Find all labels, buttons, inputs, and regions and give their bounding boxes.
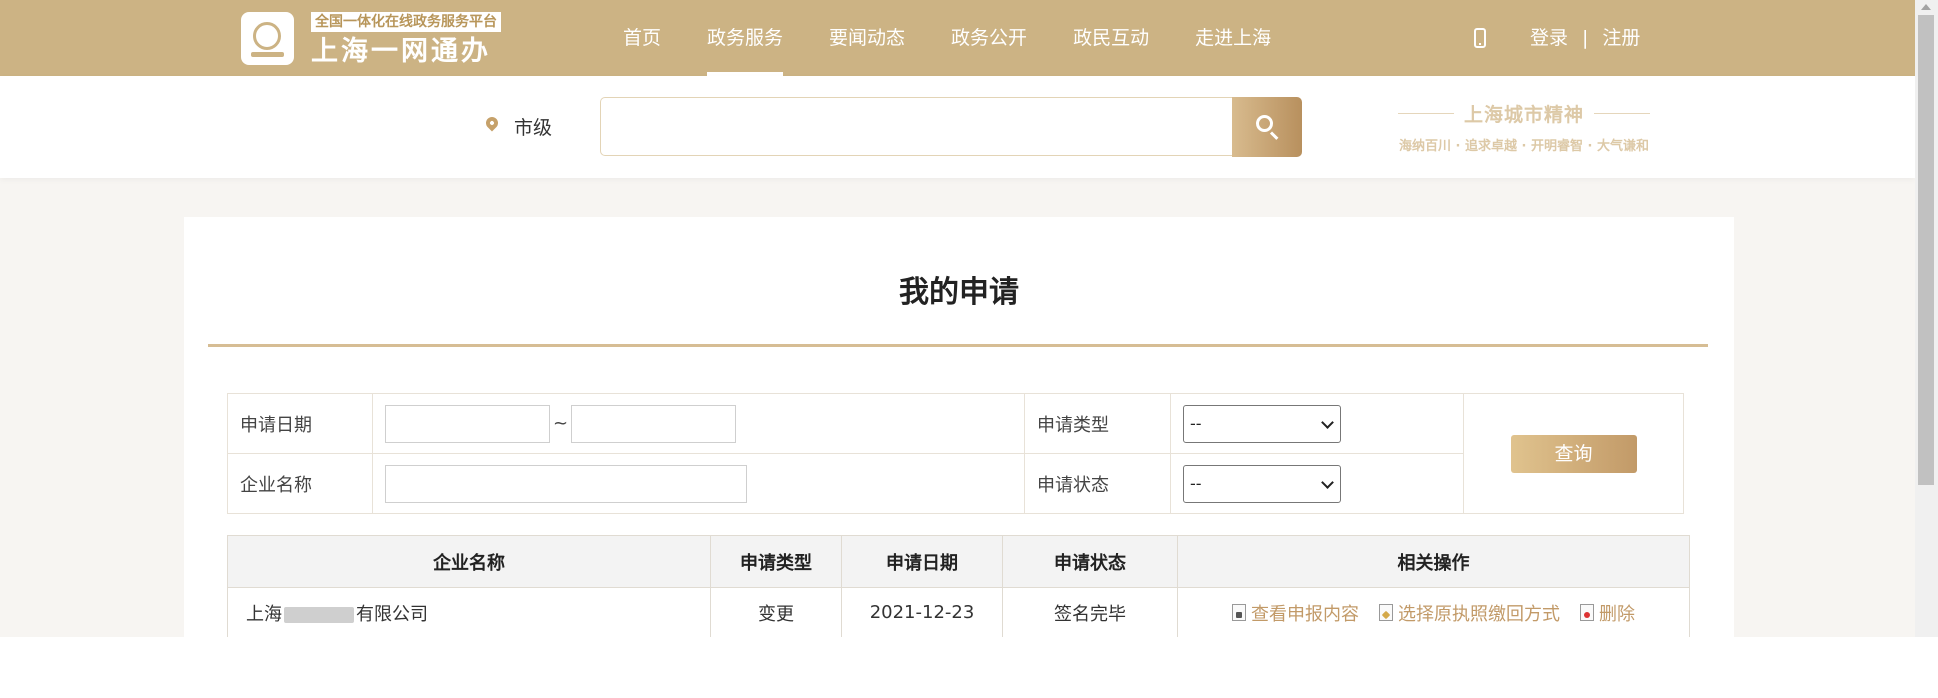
- search-input[interactable]: [600, 97, 1234, 156]
- company-label: 企业名称: [227, 453, 373, 514]
- start-date-input[interactable]: [385, 404, 550, 443]
- nav-interaction[interactable]: 政民互动: [1050, 0, 1172, 76]
- license-return-method-link[interactable]: 选择原执照缴回方式: [1379, 600, 1560, 626]
- col-status: 申请状态: [1002, 535, 1178, 588]
- main-nav: 首页 政务服务 要闻动态 政务公开 政民互动 走进上海: [600, 0, 1294, 76]
- delete-link[interactable]: 删除: [1580, 600, 1635, 626]
- application-card: 我的申请 申请日期 ~ 申请类型 -- 查询 企业名称 申请状态 -- 企业名称…: [184, 217, 1734, 637]
- col-date: 申请日期: [841, 535, 1003, 588]
- nav-about-shanghai[interactable]: 走进上海: [1172, 0, 1294, 76]
- page-title: 我的申请: [899, 275, 1019, 310]
- vertical-scrollbar[interactable]: [1915, 0, 1938, 637]
- search-button[interactable]: [1232, 97, 1302, 157]
- table-row: 上海 有限公司 变更 2021-12-23 签名完毕 查看申报内容 选择原执照缴回…: [227, 587, 1690, 637]
- redacted-text: [284, 606, 354, 623]
- search-icon: [1256, 115, 1273, 132]
- query-button[interactable]: 查询: [1510, 434, 1637, 473]
- city-spirit-subtitle: 海纳百川 · 追求卓越 · 开明睿智 · 大气谦和: [1399, 139, 1649, 154]
- logo-tagline: 全国一体化在线政务服务平台: [311, 12, 501, 32]
- type-cell: 变更: [710, 587, 842, 637]
- register-link[interactable]: 注册: [1602, 0, 1640, 76]
- logo-title: 上海一网通办: [311, 36, 491, 67]
- chevron-down-icon: [1321, 475, 1334, 489]
- application-type-select[interactable]: --: [1183, 404, 1341, 443]
- location-selector[interactable]: 市级: [514, 113, 552, 140]
- top-header: 全国一体化在线政务服务平台 上海一网通办 首页 政务服务 要闻动态 政务公开 政…: [0, 0, 1915, 76]
- scrollbar-thumb[interactable]: [1918, 15, 1934, 485]
- company-name-cell: 上海 有限公司: [227, 587, 711, 637]
- city-spirit-title: 上海城市精神: [1463, 104, 1584, 126]
- logo-emblem-icon: [241, 12, 294, 65]
- view-submission-link[interactable]: 查看申报内容: [1232, 600, 1359, 626]
- title-divider: [208, 344, 1708, 347]
- applications-table: 企业名称 申请类型 申请日期 申请状态 相关操作 上海 有限公司 变更 2021-…: [227, 535, 1690, 637]
- document-edit-icon: [1379, 604, 1393, 621]
- nav-news[interactable]: 要闻动态: [806, 0, 928, 76]
- nav-gov-disclosure[interactable]: 政务公开: [928, 0, 1050, 76]
- document-view-icon: [1232, 604, 1246, 621]
- date-range-separator: ~: [553, 413, 569, 434]
- mobile-phone-icon[interactable]: [1474, 28, 1486, 48]
- scroll-up-arrow-icon[interactable]: [1921, 4, 1931, 10]
- col-company: 企业名称: [227, 535, 711, 588]
- page: 全国一体化在线政务服务平台 上海一网通办 首页 政务服务 要闻动态 政务公开 政…: [0, 0, 1915, 637]
- filter-form: 申请日期 ~ 申请类型 -- 查询 企业名称 申请状态 --: [227, 393, 1684, 514]
- login-link[interactable]: 登录: [1530, 0, 1568, 76]
- company-name-input[interactable]: [385, 464, 747, 503]
- status-cell: 签名完毕: [1002, 587, 1178, 637]
- date-label: 申请日期: [227, 393, 373, 454]
- nav-home[interactable]: 首页: [600, 0, 684, 76]
- actions-cell: 查看申报内容 选择原执照缴回方式 删除: [1177, 587, 1690, 637]
- col-type: 申请类型: [710, 535, 842, 588]
- status-label: 申请状态: [1024, 453, 1171, 514]
- application-status-select[interactable]: --: [1183, 464, 1341, 503]
- type-label: 申请类型: [1024, 393, 1171, 454]
- end-date-input[interactable]: [571, 404, 737, 443]
- city-spirit-banner: 上海城市精神 海纳百川 · 追求卓越 · 开明睿智 · 大气谦和: [1374, 100, 1674, 154]
- chevron-down-icon: [1321, 415, 1334, 429]
- table-header-row: 企业名称 申请类型 申请日期 申请状态 相关操作: [227, 535, 1690, 588]
- auth-links: 登录 | 注册: [1530, 0, 1640, 76]
- date-cell: 2021-12-23: [841, 587, 1003, 637]
- site-logo[interactable]: 全国一体化在线政务服务平台 上海一网通办: [241, 10, 531, 68]
- auth-separator: |: [1582, 27, 1589, 49]
- nav-gov-services[interactable]: 政务服务: [684, 0, 806, 76]
- document-delete-icon: [1580, 604, 1594, 621]
- col-actions: 相关操作: [1177, 535, 1690, 588]
